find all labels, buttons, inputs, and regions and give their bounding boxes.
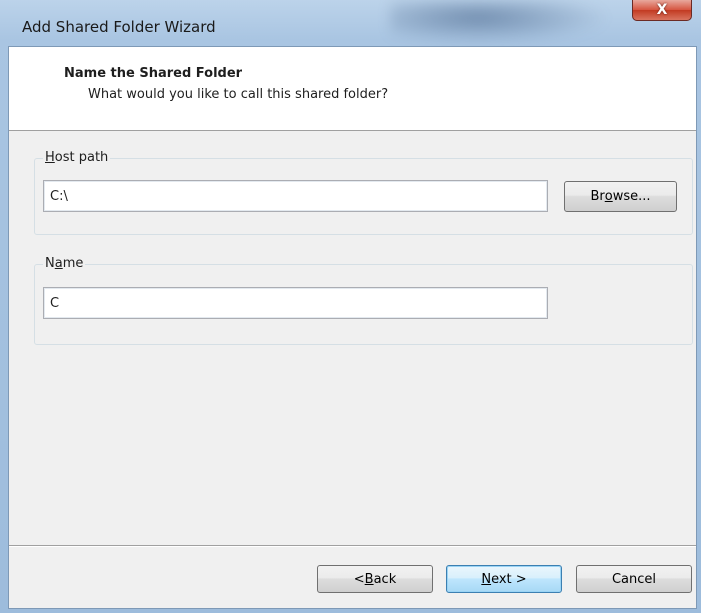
back-button[interactable]: < Back xyxy=(317,565,433,593)
name-label: Name xyxy=(43,256,86,271)
close-button[interactable]: X xyxy=(632,0,692,21)
host-path-input[interactable]: C:\ xyxy=(43,180,548,212)
name-input[interactable]: C xyxy=(43,287,548,319)
window-title: Add Shared Folder Wizard xyxy=(22,18,216,36)
close-icon: X xyxy=(656,2,668,18)
cancel-button[interactable]: Cancel xyxy=(576,565,692,593)
wizard-header: Name the Shared Folder What would you li… xyxy=(9,47,696,131)
page-title: Name the Shared Folder xyxy=(64,66,243,81)
next-button[interactable]: Next > xyxy=(446,565,562,593)
dialog-client-area: Name the Shared Folder What would you li… xyxy=(8,46,697,609)
background-blur xyxy=(390,0,610,44)
browse-button[interactable]: Br o wse... xyxy=(564,181,677,212)
host-path-label: Host path xyxy=(43,150,111,165)
footer-separator-highlight xyxy=(9,546,696,547)
page-subtitle: What would you like to call this shared … xyxy=(88,87,389,102)
